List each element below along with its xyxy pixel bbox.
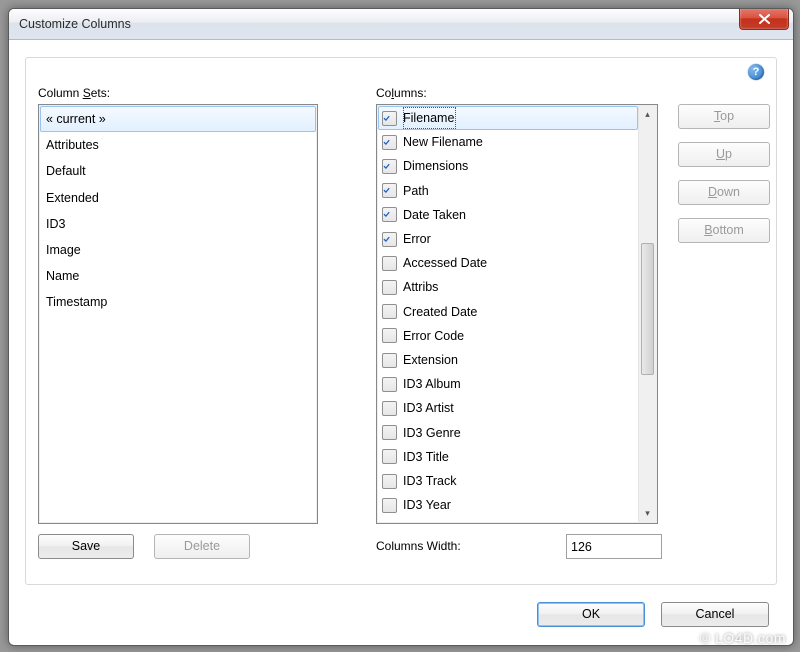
column-item[interactable]: Date Taken <box>378 203 638 227</box>
column-item[interactable]: ID3 Album <box>378 372 638 396</box>
column-item-label: Dimensions <box>403 155 468 177</box>
ok-button[interactable]: OK <box>537 602 645 627</box>
columns-scrollbar[interactable]: ▴ ▾ <box>638 106 656 522</box>
column-item[interactable]: New Filename <box>378 130 638 154</box>
cancel-button[interactable]: Cancel <box>661 602 769 627</box>
column-item-checkbox[interactable] <box>382 498 397 513</box>
column-item-label: New Filename <box>403 131 483 153</box>
column-sets-listbox[interactable]: « current » Attributes Default Extended ID3 I… <box>38 104 318 524</box>
column-item-label: Accessed Date <box>403 252 487 274</box>
column-item-label: ID3 Track <box>403 470 457 492</box>
column-item-label: Date Taken <box>403 204 466 226</box>
column-item[interactable]: ID3 Track <box>378 469 638 493</box>
column-set-item-label: Timestamp <box>46 291 107 313</box>
column-item-checkbox[interactable] <box>382 207 397 222</box>
column-item[interactable]: Accessed Date <box>378 251 638 275</box>
client-area: ? Column Sets: Columns: « current » Attri… <box>17 47 785 637</box>
column-item-checkbox[interactable] <box>382 135 397 150</box>
column-item[interactable]: Error <box>378 227 638 251</box>
columns-width-input[interactable] <box>566 534 662 559</box>
column-set-item[interactable]: Extended <box>40 185 316 211</box>
titlebar: Customize Columns <box>9 9 793 40</box>
column-set-item[interactable]: Timestamp <box>40 289 316 315</box>
column-set-item[interactable]: ID3 <box>40 211 316 237</box>
column-set-item-label: Default <box>46 160 86 182</box>
column-item-label: Error Code <box>403 325 464 347</box>
column-set-item-label: Attributes <box>46 134 99 156</box>
column-set-item-label: Image <box>46 239 81 261</box>
column-item-checkbox[interactable] <box>382 328 397 343</box>
column-sets-label: Column Sets: <box>38 86 110 100</box>
column-set-item-label: « current » <box>46 108 106 130</box>
column-item-checkbox[interactable] <box>382 377 397 392</box>
column-item-checkbox[interactable] <box>382 183 397 198</box>
column-item[interactable]: ID3 Genre <box>378 421 638 445</box>
column-item-checkbox[interactable] <box>382 280 397 295</box>
column-item[interactable]: Attribs <box>378 275 638 299</box>
column-item-checkbox[interactable] <box>382 449 397 464</box>
column-item-checkbox[interactable] <box>382 353 397 368</box>
column-set-item-label: Extended <box>46 187 99 209</box>
column-item-checkbox[interactable] <box>382 304 397 319</box>
column-item-label: Extension <box>403 349 458 371</box>
column-item[interactable]: Path <box>378 179 638 203</box>
columns-listbox[interactable]: FilenameNew FilenameDimensions PathDate T… <box>376 104 658 524</box>
close-button[interactable] <box>739 8 789 30</box>
column-item-label: Attribs <box>403 276 438 298</box>
delete-button[interactable]: Delete <box>154 534 250 559</box>
column-item-checkbox[interactable] <box>382 425 397 440</box>
close-icon <box>759 14 770 24</box>
bottom-button[interactable]: Bottom <box>678 218 770 243</box>
column-item-checkbox[interactable] <box>382 256 397 271</box>
column-set-item[interactable]: Image <box>40 237 316 263</box>
column-item-label: Error <box>403 228 431 250</box>
column-item-label: Path <box>403 180 429 202</box>
column-item-label: ID3 Title <box>403 446 449 468</box>
column-item-checkbox[interactable] <box>382 232 397 247</box>
column-set-item-label: Name <box>46 265 79 287</box>
down-button[interactable]: Down <box>678 180 770 205</box>
column-item[interactable]: Extension <box>378 348 638 372</box>
column-set-item[interactable]: Name <box>40 263 316 289</box>
column-item-label: ID3 Album <box>403 373 461 395</box>
column-item-checkbox[interactable] <box>382 111 397 126</box>
column-set-item[interactable]: Attributes <box>40 132 316 158</box>
scroll-track[interactable] <box>639 123 656 505</box>
up-button[interactable]: Up <box>678 142 770 167</box>
dialog-window: Customize Columns ? Column Sets: Columns… <box>8 8 794 646</box>
column-item[interactable]: Filename <box>378 106 638 130</box>
column-item[interactable]: ID3 Year <box>378 493 638 517</box>
column-item-label: ID3 Genre <box>403 422 461 444</box>
column-item-checkbox[interactable] <box>382 159 397 174</box>
scroll-up-arrow[interactable]: ▴ <box>639 106 656 123</box>
scroll-thumb[interactable] <box>641 243 654 375</box>
column-item-checkbox[interactable] <box>382 474 397 489</box>
column-item-label: Filename <box>403 107 456 129</box>
column-item-checkbox[interactable] <box>382 401 397 416</box>
column-set-item[interactable]: Default <box>40 158 316 184</box>
columns-label: Columns: <box>376 86 427 100</box>
column-item[interactable]: Created Date <box>378 300 638 324</box>
column-item[interactable]: Error Code <box>378 324 638 348</box>
column-item[interactable]: ID3 Title <box>378 445 638 469</box>
column-item-label: ID3 Artist <box>403 397 454 419</box>
column-set-item[interactable]: « current » <box>40 106 316 132</box>
column-set-item-label: ID3 <box>46 213 65 235</box>
window-title: Customize Columns <box>9 17 131 31</box>
help-icon[interactable]: ? <box>748 64 764 80</box>
top-button[interactable]: Top <box>678 104 770 129</box>
column-item-label: ID3 Year <box>403 494 451 516</box>
group-frame: ? Column Sets: Columns: « current » Attri… <box>25 57 777 585</box>
save-button[interactable]: Save <box>38 534 134 559</box>
column-item-label: Created Date <box>403 301 477 323</box>
columns-width-label: Columns Width: <box>376 539 461 553</box>
column-item[interactable]: ID3 Artist <box>378 396 638 420</box>
scroll-down-arrow[interactable]: ▾ <box>639 505 656 522</box>
column-item[interactable]: Dimensions <box>378 154 638 178</box>
